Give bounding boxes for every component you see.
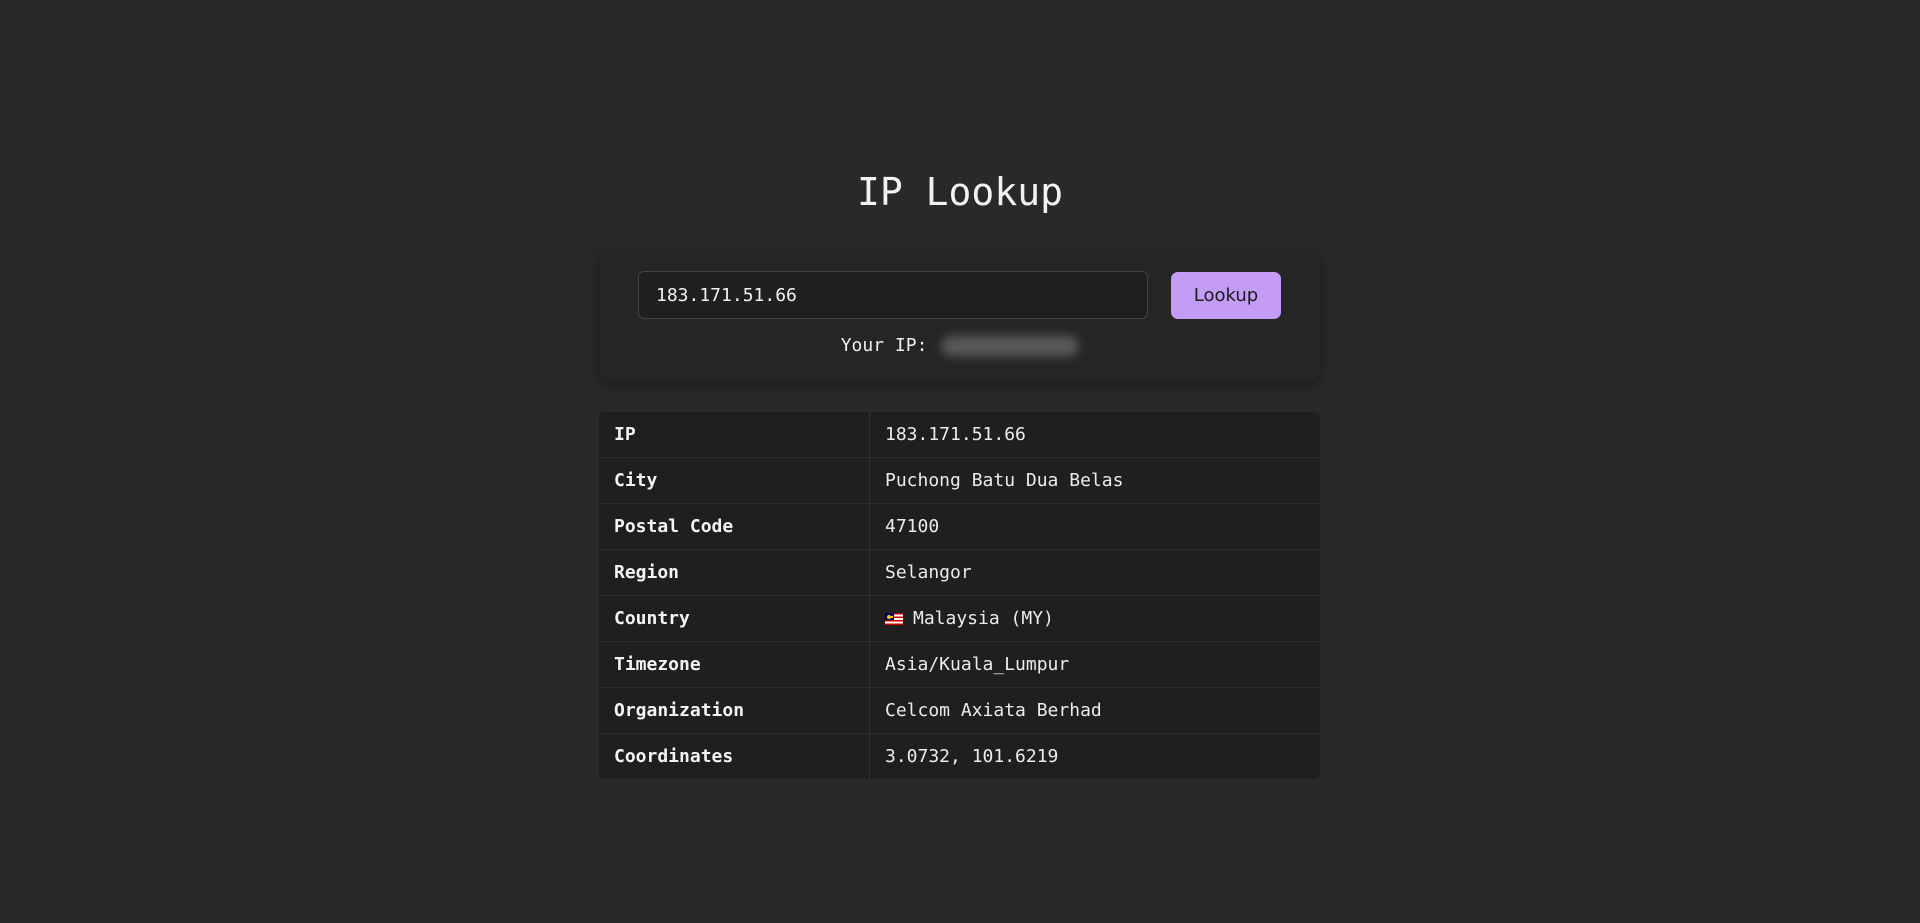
row-key: Coordinates (599, 734, 870, 779)
row-value: Selangor (870, 550, 1320, 596)
row-value: Puchong Batu Dua Belas (870, 458, 1320, 504)
row-value: 183.171.51.66 (870, 412, 1320, 458)
results-table: IP 183.171.51.66 City Puchong Batu Dua B… (599, 412, 1320, 779)
row-key: City (599, 458, 870, 504)
table-row: City Puchong Batu Dua Belas (599, 458, 1320, 504)
row-key: Region (599, 550, 870, 596)
malaysia-flag-icon (885, 613, 903, 625)
search-card: Lookup Your IP: (599, 249, 1320, 381)
your-ip-label: Your IP: (840, 335, 928, 356)
row-value-country: Malaysia (MY) (870, 596, 1320, 642)
table-row: Coordinates 3.0732, 101.6219 (599, 734, 1320, 779)
row-value: Asia/Kuala_Lumpur (870, 642, 1320, 688)
your-ip-line: Your IP: (599, 335, 1320, 356)
row-key: Organization (599, 688, 870, 734)
table-row: Organization Celcom Axiata Berhad (599, 688, 1320, 734)
page: IP Lookup Lookup Your IP: IP 183.171.51.… (0, 0, 1920, 923)
table-row: IP 183.171.51.66 (599, 412, 1320, 458)
table-row: Region Selangor (599, 550, 1320, 596)
row-value: Celcom Axiata Berhad (870, 688, 1320, 734)
ip-input[interactable] (638, 271, 1148, 319)
your-ip-value-redacted (942, 336, 1079, 356)
country-name: Malaysia (MY) (913, 608, 1054, 629)
lookup-button[interactable]: Lookup (1171, 272, 1281, 319)
row-key: Timezone (599, 642, 870, 688)
table-row: Timezone Asia/Kuala_Lumpur (599, 642, 1320, 688)
row-value: 47100 (870, 504, 1320, 550)
row-key: IP (599, 412, 870, 458)
table-row: Country Malaysia (MY) (599, 596, 1320, 642)
table-row: Postal Code 47100 (599, 504, 1320, 550)
row-key: Postal Code (599, 504, 870, 550)
row-value: 3.0732, 101.6219 (885, 746, 1059, 767)
page-title: IP Lookup (857, 170, 1063, 214)
row-key: Country (599, 596, 870, 642)
